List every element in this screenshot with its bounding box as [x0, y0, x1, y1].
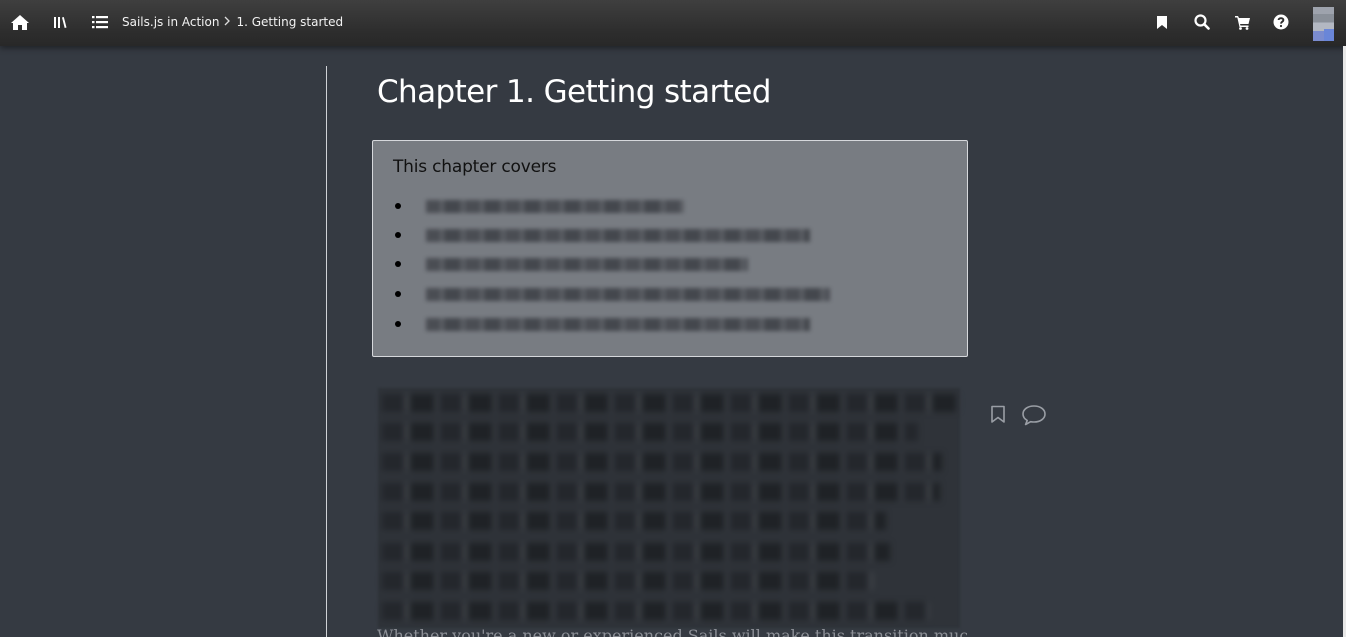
bullet-icon — [395, 232, 401, 238]
top-toolbar: Sails.js in Action 1. Getting started — [0, 0, 1346, 46]
covers-heading: This chapter covers — [393, 157, 557, 177]
bullet-icon — [395, 203, 401, 209]
toc-button[interactable] — [85, 0, 115, 44]
paragraph-line — [382, 483, 940, 501]
help-icon — [1273, 14, 1289, 30]
list-item-text — [426, 199, 684, 213]
breadcrumb: Sails.js in Action 1. Getting started — [122, 0, 343, 44]
list-item — [395, 227, 810, 243]
chapter-covers-box: This chapter covers — [372, 140, 968, 357]
chevron-right-icon — [224, 15, 231, 29]
paragraph-comment-button[interactable] — [1021, 404, 1047, 431]
list-item-text — [426, 257, 748, 271]
list-item-text — [426, 317, 810, 331]
library-icon — [54, 16, 67, 28]
comment-icon — [1022, 405, 1046, 426]
breadcrumb-book-link[interactable]: Sails.js in Action — [122, 15, 219, 29]
library-button[interactable] — [45, 0, 75, 44]
bullet-icon — [395, 291, 401, 297]
paragraph-bookmark-button[interactable] — [990, 405, 1006, 429]
paragraph-line — [382, 572, 874, 590]
bookmark-icon — [1157, 15, 1167, 29]
list-item — [395, 316, 810, 332]
page-title: Chapter 1. Getting started — [377, 74, 771, 110]
paragraph-line — [382, 602, 930, 620]
home-button[interactable] — [5, 0, 35, 44]
bullet-icon — [395, 321, 401, 327]
list-item — [395, 256, 748, 272]
paragraph-line — [382, 512, 886, 530]
avatar[interactable] — [1313, 7, 1334, 41]
cart-button[interactable] — [1228, 0, 1258, 44]
paragraph-blurred — [378, 388, 960, 628]
bookmark-button[interactable] — [1147, 0, 1177, 44]
home-icon — [11, 14, 29, 30]
list-item — [395, 198, 684, 214]
list-item-text — [426, 228, 810, 242]
list-icon — [92, 16, 108, 29]
paragraph-line — [382, 394, 958, 412]
search-button[interactable] — [1187, 0, 1217, 44]
bullet-icon — [395, 261, 401, 267]
paragraph-line — [382, 423, 918, 441]
paragraph-line — [382, 543, 890, 561]
content-divider — [326, 66, 327, 637]
paragraph-text: Whether you're a new or experienced Sail… — [377, 628, 967, 637]
breadcrumb-chapter-link[interactable]: 1. Getting started — [236, 15, 343, 29]
bookmark-outline-icon — [991, 405, 1005, 423]
paragraph-line — [382, 453, 942, 471]
list-item-text — [426, 287, 830, 301]
help-button[interactable] — [1266, 0, 1296, 44]
cart-icon — [1235, 15, 1250, 30]
list-item — [395, 286, 830, 302]
search-icon — [1194, 14, 1210, 30]
